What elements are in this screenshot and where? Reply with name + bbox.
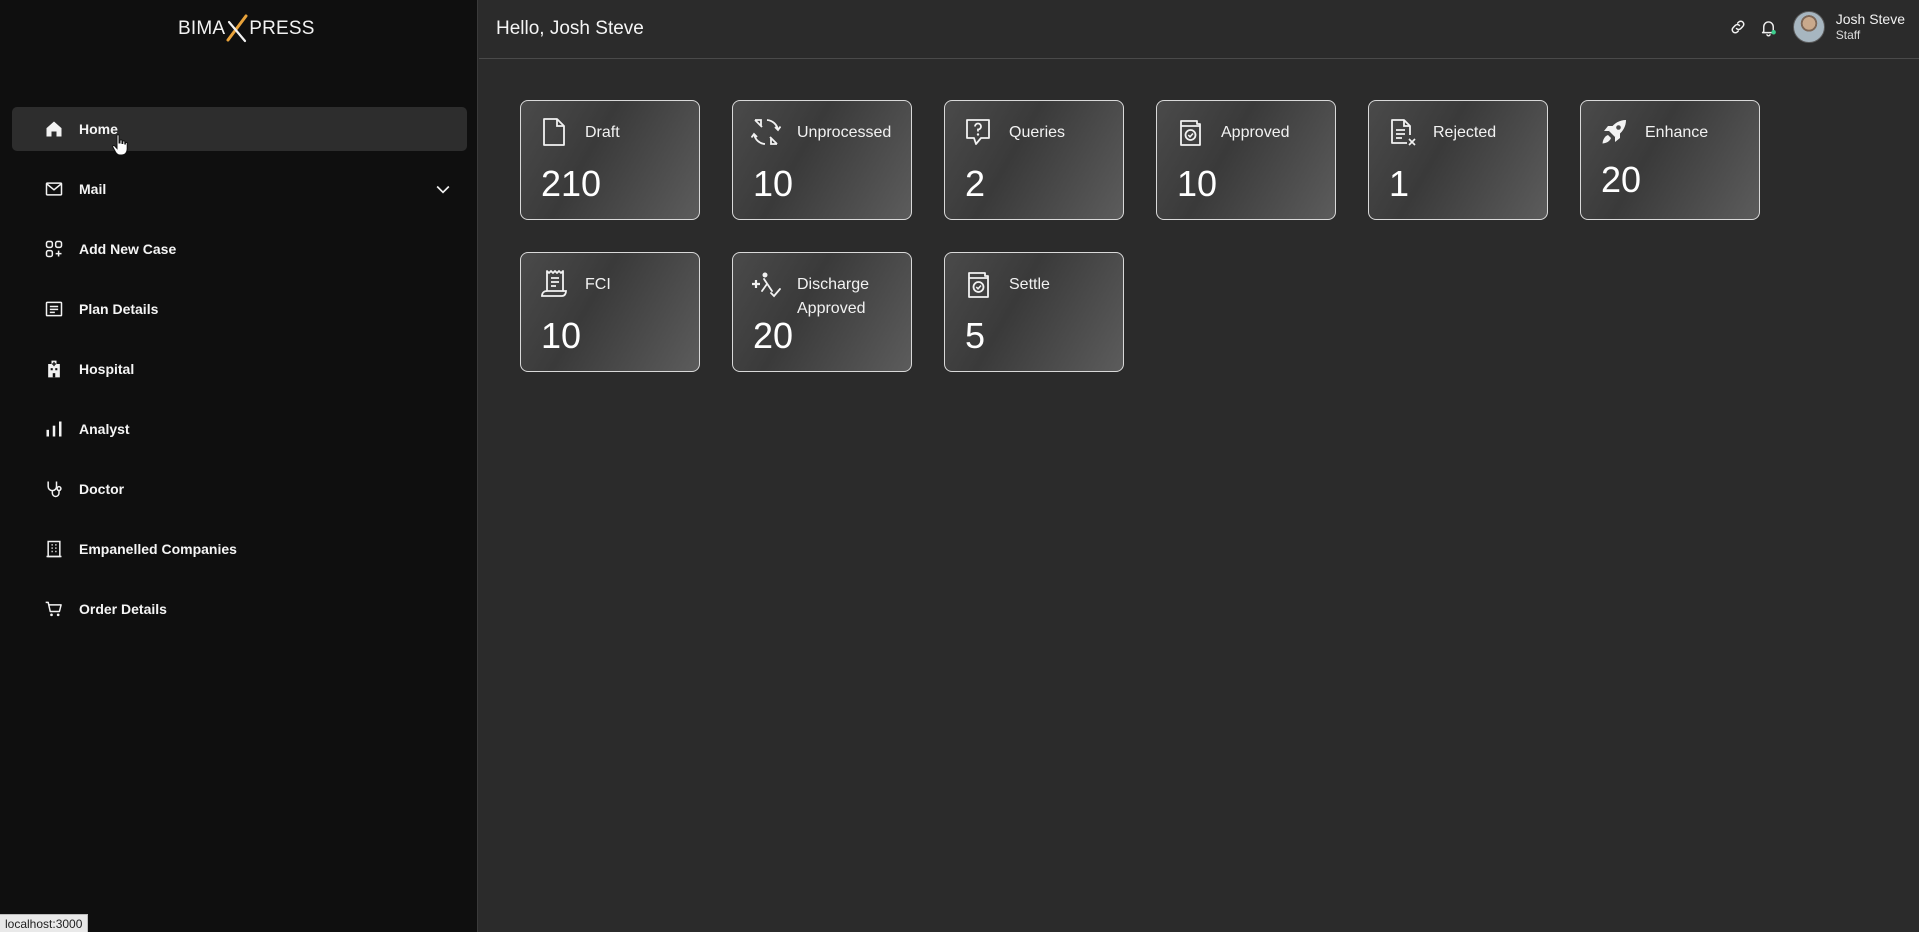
question-bubble-icon bbox=[963, 117, 993, 147]
card-label: FCI bbox=[585, 276, 611, 293]
card-fci[interactable]: FCI 10 bbox=[520, 252, 700, 372]
chevron-down-icon[interactable] bbox=[433, 179, 453, 199]
card-label: Rejected bbox=[1433, 124, 1497, 141]
user-info[interactable]: Josh Steve Staff bbox=[1835, 10, 1905, 43]
card-approved[interactable]: Approved 10 bbox=[1156, 100, 1336, 220]
rejected-document-icon bbox=[1387, 117, 1417, 147]
card-label: Unprocessed bbox=[797, 124, 892, 141]
rocket-icon bbox=[1599, 117, 1629, 147]
sidebar: BIMA PRESS Home Mail Add New Case Plan D… bbox=[0, 0, 478, 932]
card-label: Enhance bbox=[1645, 124, 1709, 141]
card-label: Draft bbox=[585, 124, 620, 141]
bell-icon[interactable] bbox=[1758, 16, 1780, 38]
stethoscope-icon bbox=[43, 478, 65, 500]
sidebar-item-label: Empanelled Companies bbox=[79, 541, 237, 557]
app-root: BIMA PRESS Home Mail Add New Case Plan D… bbox=[0, 0, 1919, 932]
sidebar-item-label: Order Details bbox=[79, 601, 167, 617]
cart-icon bbox=[43, 598, 65, 620]
logo-x-icon bbox=[226, 14, 248, 44]
browser-status-url: localhost:3000 bbox=[0, 914, 89, 932]
refresh-arrows-icon bbox=[750, 117, 782, 147]
add-case-icon bbox=[43, 238, 65, 260]
approved-folder-icon bbox=[1175, 117, 1205, 147]
header-actions: Josh Steve Staff bbox=[1727, 11, 1905, 43]
top-header: Hello, Josh Steve Josh Steve Staff bbox=[479, 0, 1919, 59]
card-value: 210 bbox=[541, 163, 602, 204]
discharge-icon bbox=[751, 269, 781, 299]
document-icon bbox=[539, 117, 569, 147]
user-role: Staff bbox=[1835, 28, 1861, 43]
card-unprocessed[interactable]: Unprocessed 10 bbox=[732, 100, 912, 220]
card-value: 1 bbox=[1389, 163, 1410, 204]
sidebar-item-label: Plan Details bbox=[79, 301, 159, 317]
card-value: 10 bbox=[541, 315, 582, 356]
sidebar-item-home[interactable]: Home bbox=[12, 107, 467, 151]
sidebar-item-label: Analyst bbox=[79, 421, 130, 437]
user-name: Josh Steve bbox=[1835, 10, 1905, 27]
card-queries[interactable]: Queries 2 bbox=[944, 100, 1124, 220]
sidebar-item-order-details[interactable]: Order Details bbox=[12, 587, 467, 631]
home-icon bbox=[43, 118, 65, 140]
sidebar-item-label: Hospital bbox=[79, 361, 135, 377]
sidebar-item-label: Add New Case bbox=[79, 241, 177, 257]
logo-text-right: PRESS bbox=[249, 18, 315, 39]
card-discharge-approved[interactable]: Discharge Approved 20 bbox=[732, 252, 912, 372]
sidebar-item-hospital[interactable]: Hospital bbox=[12, 347, 467, 391]
avatar[interactable] bbox=[1792, 11, 1825, 43]
card-value: 2 bbox=[965, 163, 986, 204]
sidebar-item-label: Doctor bbox=[79, 481, 125, 497]
hand-pointer-cursor-icon bbox=[112, 134, 128, 156]
sidebar-item-mail[interactable]: Mail bbox=[12, 167, 467, 211]
bar-chart-icon bbox=[43, 418, 65, 440]
card-draft[interactable]: Draft 210 bbox=[520, 100, 700, 220]
card-value: 5 bbox=[965, 315, 986, 356]
building-icon bbox=[43, 538, 65, 560]
receipt-icon bbox=[539, 269, 569, 299]
card-label: Settle bbox=[1009, 276, 1050, 293]
sidebar-item-add-new-case[interactable]: Add New Case bbox=[12, 227, 467, 271]
card-label: Approved bbox=[1221, 124, 1290, 141]
sidebar-item-analyst[interactable]: Analyst bbox=[12, 407, 467, 451]
link-icon[interactable] bbox=[1727, 16, 1749, 38]
logo-text-left: BIMA bbox=[178, 18, 226, 39]
card-enhance[interactable]: Enhance 20 bbox=[1580, 100, 1760, 220]
hospital-icon bbox=[43, 358, 65, 380]
sidebar-item-empanelled-companies[interactable]: Empanelled Companies bbox=[12, 527, 467, 571]
card-value: 10 bbox=[753, 163, 794, 204]
card-label: Queries bbox=[1009, 124, 1066, 141]
card-value: 10 bbox=[1177, 163, 1218, 204]
card-value: 20 bbox=[753, 315, 794, 356]
mail-icon bbox=[43, 178, 65, 200]
card-rejected[interactable]: Rejected 1 bbox=[1368, 100, 1548, 220]
page-greeting: Hello, Josh Steve bbox=[496, 18, 644, 39]
sidebar-item-plan-details[interactable]: Plan Details bbox=[12, 287, 467, 331]
brand-logo[interactable]: BIMA PRESS bbox=[178, 14, 315, 44]
sidebar-item-doctor[interactable]: Doctor bbox=[12, 467, 467, 511]
sidebar-nav: Home Mail Add New Case Plan Details Hosp… bbox=[12, 107, 467, 647]
card-value: 20 bbox=[1601, 159, 1642, 200]
card-label: Discharge Approved bbox=[797, 276, 870, 317]
card-settle[interactable]: Settle 5 bbox=[944, 252, 1124, 372]
sidebar-item-label: Mail bbox=[79, 181, 107, 197]
plan-details-icon bbox=[43, 298, 65, 320]
settle-folder-icon bbox=[963, 269, 993, 299]
